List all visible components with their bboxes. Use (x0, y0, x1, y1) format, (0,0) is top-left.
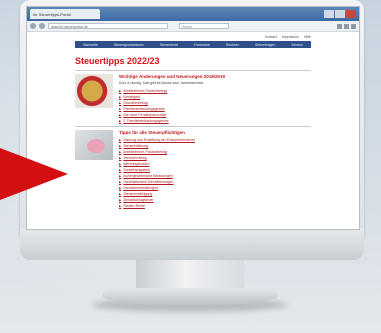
divider (75, 126, 311, 127)
menu-item[interactable]: Steuergrundwissen (114, 43, 144, 47)
settings-icon[interactable] (351, 23, 356, 29)
web-page: Kontakt Impressum Hilfe Startseite Steue… (75, 33, 311, 229)
section-title: Wichtige Änderungen und Neuerungen 2018/… (119, 74, 225, 79)
browser-navbar: www.ihr-steuerportal.de Suche (27, 21, 359, 32)
piggy-bank-image (75, 130, 113, 160)
section-tips: Tipps für alle Steuerpflichtigen Zahlung… (75, 130, 311, 209)
top-links: Kontakt Impressum Hilfe (75, 33, 311, 41)
menu-item[interactable]: Formulare (194, 43, 210, 47)
back-icon[interactable] (30, 23, 36, 29)
main-menu: Startseite Steuergrundwissen Steuerrecht… (75, 41, 311, 48)
menu-item[interactable]: Startseite (83, 43, 98, 47)
menu-item[interactable]: Service (291, 43, 303, 47)
minimize-icon[interactable] (324, 10, 334, 18)
top-link[interactable]: Hilfe (304, 35, 311, 39)
piggy-bank-icon (87, 139, 105, 153)
monitor-neck (136, 260, 244, 288)
section-title: Tipps für alle Steuerpflichtigen (119, 130, 185, 135)
maximize-icon[interactable] (335, 10, 345, 18)
list-item-link[interactable]: 2. Familienentlastungsgesetz (119, 118, 311, 124)
red-arrow-icon (0, 148, 68, 200)
menu-item[interactable]: Steuerfragen (255, 43, 275, 47)
browser-search-input[interactable]: Suche (179, 23, 229, 29)
window-controls (324, 10, 356, 18)
close-icon[interactable] (346, 10, 356, 18)
list-item-link[interactable]: Riester-Rente (119, 203, 311, 209)
monitor-chin (20, 228, 364, 260)
divider (75, 70, 311, 71)
menu-item[interactable]: Steuerrecht (160, 43, 178, 47)
top-link[interactable]: Impressum (282, 35, 299, 39)
home-icon[interactable] (337, 23, 342, 29)
browser-toolbar-icons (337, 23, 356, 29)
section-changes: Wichtige Änderungen und Neuerungen 2018/… (75, 74, 311, 124)
page-title: Steuertipps 2022/23 (75, 56, 160, 66)
monitor-screen: Ihr Steuertipps-Portal www.ihr-steuerpor… (26, 6, 360, 230)
menu-item[interactable]: Rechner (226, 43, 239, 47)
tax-seal-image (75, 74, 113, 108)
browser-titlebar: Ihr Steuertipps-Portal (27, 7, 359, 21)
forward-icon[interactable] (39, 23, 45, 29)
address-bar[interactable]: www.ihr-steuerportal.de (48, 23, 168, 29)
section-intro: Kurz & bündig: Das gibt es Neues zum Jah… (119, 81, 205, 85)
favorites-icon[interactable] (344, 23, 349, 29)
browser-tab[interactable]: Ihr Steuertipps-Portal (30, 9, 100, 19)
top-link[interactable]: Kontakt (265, 35, 277, 39)
